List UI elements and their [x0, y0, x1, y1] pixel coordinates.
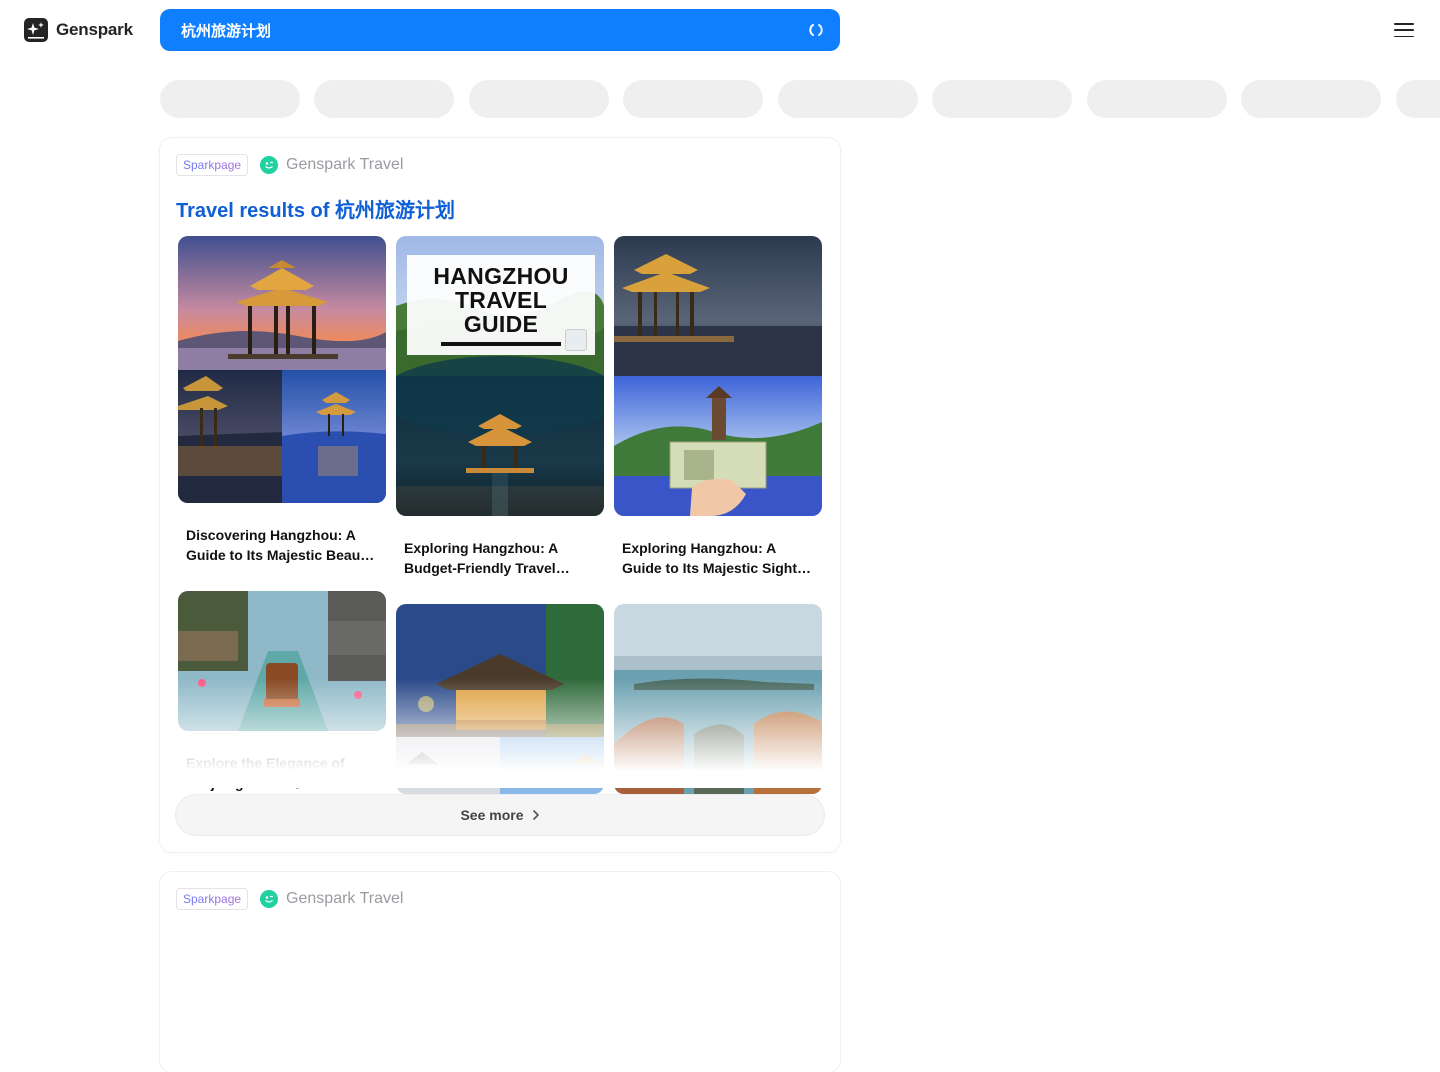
source-name[interactable]: Genspark Travel [286, 156, 403, 174]
result-grid: Discovering Hangzhou: A Guide to Its Maj… [178, 236, 822, 796]
result-tile[interactable] [614, 604, 822, 794]
chip-placeholder[interactable] [314, 80, 455, 118]
chip-placeholder[interactable] [1395, 80, 1440, 118]
guide-overlay-text: HANGZHOU TRAVEL GUIDE [433, 263, 569, 337]
tile-image[interactable] [614, 236, 822, 516]
result-tile[interactable]: Exploring Hangzhou: A Guide to Its Majes… [614, 236, 822, 578]
result-tile[interactable] [396, 604, 604, 794]
card-header: Sparkpage Genspark Travel [176, 154, 403, 176]
loading-spinner-icon [806, 20, 826, 40]
chip-placeholder[interactable] [1241, 80, 1382, 118]
guide-badge-icon [565, 329, 587, 351]
card-header: Sparkpage Genspark Travel [176, 888, 403, 910]
travel-result-card: Sparkpage Genspark Travel [160, 872, 840, 1072]
chip-placeholder[interactable] [1086, 80, 1227, 118]
chevron-right-icon [532, 807, 540, 823]
tile-title[interactable]: Explore the Elegance of Zhejiang: A 2024… [178, 753, 386, 793]
result-tile[interactable]: HANGZHOU TRAVEL GUIDE Exploring Hangzhou… [396, 236, 604, 578]
tile-image[interactable]: HANGZHOU TRAVEL GUIDE [396, 236, 604, 516]
travel-result-card: Sparkpage Genspark Travel Travel results… [160, 138, 840, 852]
tile-image[interactable] [178, 591, 386, 731]
see-more-button[interactable]: See more [175, 794, 825, 836]
chip-placeholder[interactable] [468, 80, 609, 118]
genspark-logo[interactable]: Genspark [24, 18, 133, 42]
genspark-logo-icon [24, 18, 48, 42]
tile-image[interactable] [178, 236, 386, 503]
guide-overlay: HANGZHOU TRAVEL GUIDE [407, 255, 595, 355]
search-bar[interactable]: 杭州旅游计划 [160, 9, 840, 51]
search-query[interactable]: 杭州旅游计划 [181, 20, 806, 41]
result-tile[interactable]: Discovering Hangzhou: A Guide to Its Maj… [178, 236, 386, 565]
tile-title[interactable]: Discovering Hangzhou: A Guide to Its Maj… [178, 525, 386, 565]
genspark-travel-icon [260, 156, 279, 174]
source-name[interactable]: Genspark Travel [286, 890, 403, 908]
tile-title[interactable]: Exploring Hangzhou: A Guide to Its Majes… [614, 538, 822, 578]
chip-placeholder[interactable] [623, 80, 764, 118]
brand-name: Genspark [56, 20, 133, 39]
chip-placeholder[interactable] [932, 80, 1073, 118]
card-title[interactable]: Travel results of 杭州旅游计划 [176, 194, 455, 223]
tile-image[interactable] [396, 604, 604, 794]
tile-title[interactable]: Exploring Hangzhou: A Budget-Friendly Tr… [396, 538, 604, 578]
chip-placeholder[interactable] [160, 80, 300, 118]
result-tile[interactable]: Explore the Elegance of Zhejiang: A 2024… [178, 591, 386, 793]
sparkpage-badge: Sparkpage [176, 888, 249, 910]
sparkpage-badge: Sparkpage [176, 154, 249, 176]
chip-placeholder[interactable] [777, 80, 918, 118]
see-more-label: See more [460, 807, 524, 823]
hamburger-menu-icon[interactable] [1394, 22, 1414, 38]
genspark-travel-icon [260, 890, 279, 908]
suggestion-chips [160, 80, 1440, 118]
tile-image[interactable] [614, 604, 822, 794]
